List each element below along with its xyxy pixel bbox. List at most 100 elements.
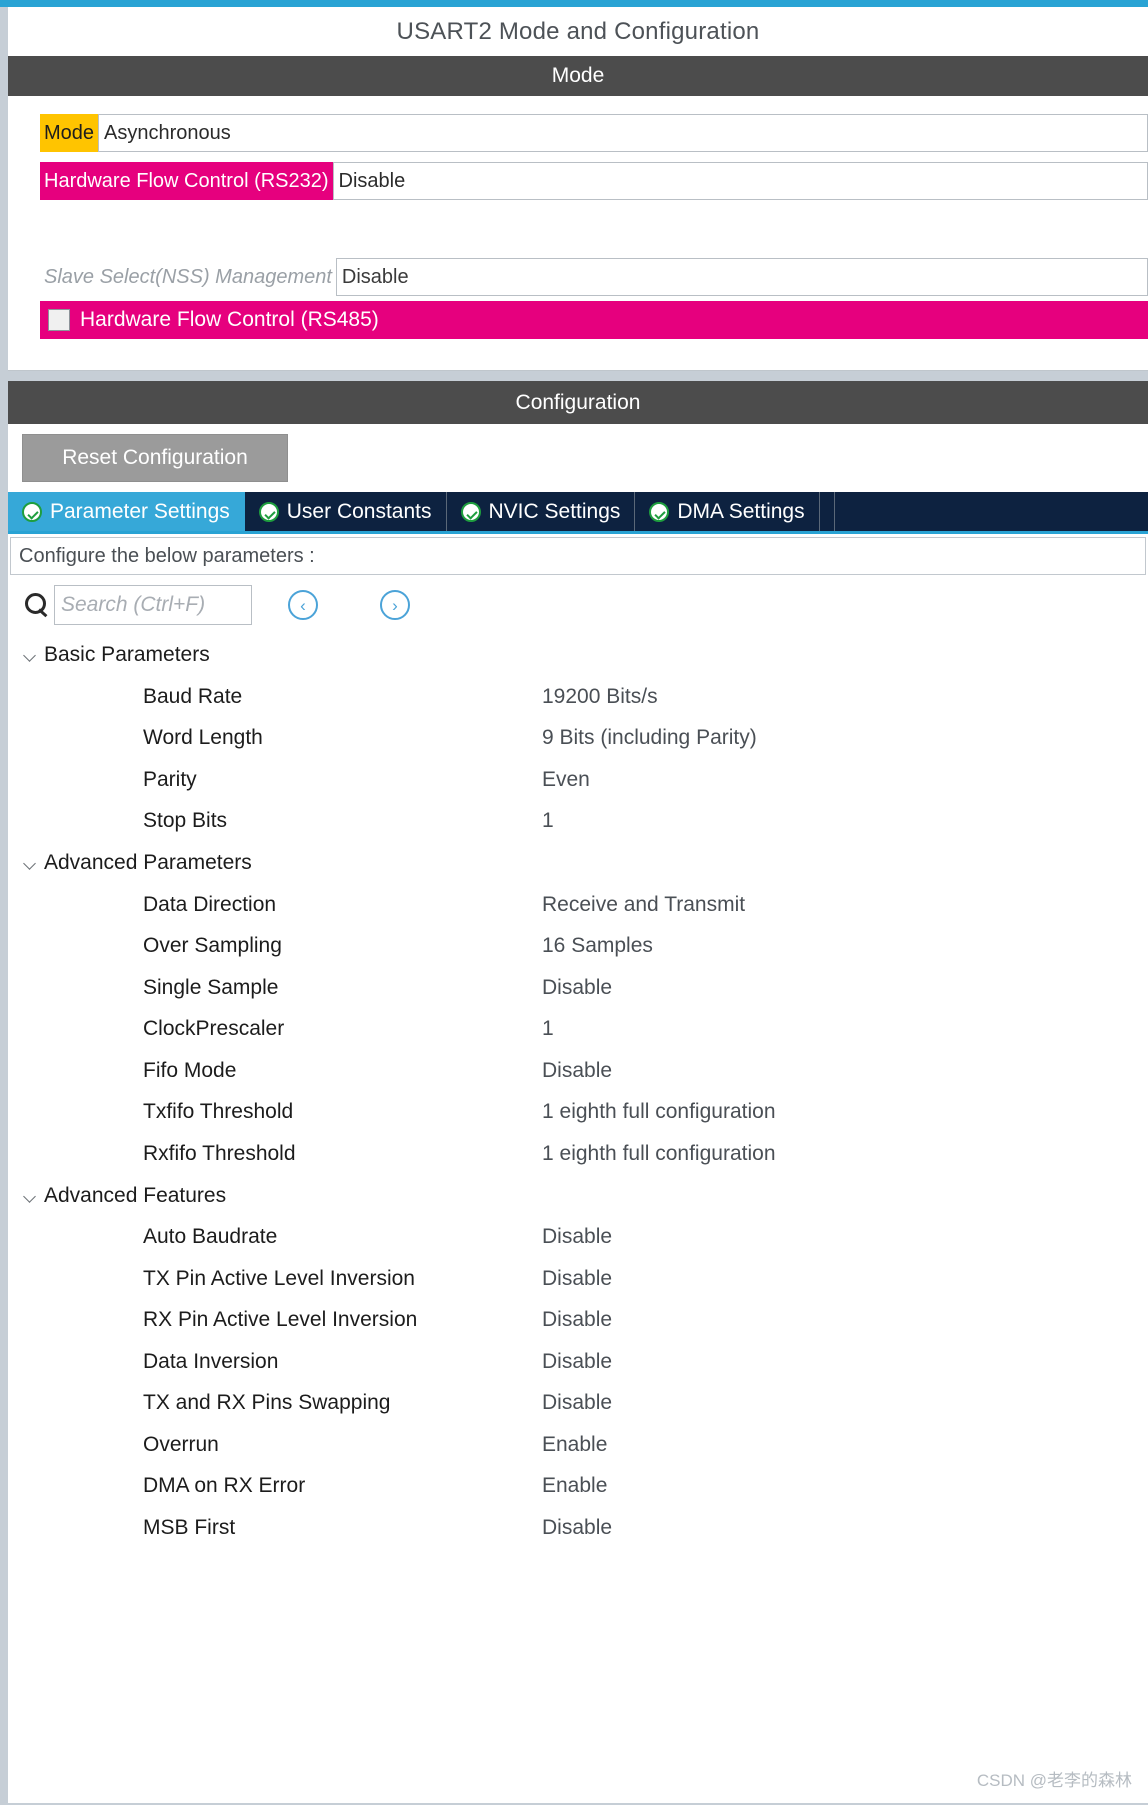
tab-user-constants[interactable]: User Constants (244, 492, 447, 531)
tab-overflow-partial[interactable] (819, 492, 835, 531)
parameter-name: TX Pin Active Level Inversion (143, 1266, 415, 1290)
search-input[interactable] (61, 593, 251, 617)
parameter-name: Fifo Mode (143, 1058, 237, 1082)
table-row[interactable]: Over Sampling 16 Samples (10, 926, 1146, 968)
page-title-text: USART2 Mode and Configuration (396, 17, 760, 45)
parameter-name: MSB First (143, 1515, 236, 1539)
parameter-name: Overrun (143, 1432, 219, 1456)
parameter-value[interactable]: 16 Samples (542, 934, 653, 958)
table-row[interactable]: Baud Rate 19200 Bits/s (10, 676, 1146, 718)
parameter-value[interactable]: 1 eighth full configuration (542, 1142, 776, 1166)
usart2-config-panel: USART2 Mode and Configuration Mode Mode … (0, 0, 1148, 1805)
check-circle-icon (460, 501, 481, 522)
table-row[interactable]: Single Sample Disable (10, 967, 1146, 1009)
tab-label: DMA Settings (677, 499, 805, 523)
chevron-down-icon[interactable] (22, 647, 38, 663)
parameter-value[interactable]: 1 (542, 1017, 554, 1041)
table-row[interactable]: TX Pin Active Level Inversion Disable (10, 1258, 1146, 1300)
mode-section-body: Mode Asynchronous Hardware Flow Control … (8, 96, 1148, 371)
parameter-value[interactable]: Disable (542, 1308, 612, 1332)
parameter-value[interactable]: 1 eighth full configuration (542, 1100, 776, 1124)
parameter-name: DMA on RX Error (143, 1474, 306, 1498)
slave-select-nss-label: Slave Select(NSS) Management (44, 265, 332, 288)
check-circle-icon (649, 501, 670, 522)
table-row[interactable]: Auto Baudrate Disable (10, 1217, 1146, 1259)
table-row[interactable]: RX Pin Active Level Inversion Disable (10, 1300, 1146, 1342)
chevron-down-icon[interactable] (22, 1188, 38, 1204)
mode-row-mode: Mode Asynchronous (8, 114, 1148, 152)
tree-group-label: Basic Parameters (44, 643, 210, 666)
section-divider-band (8, 371, 1148, 381)
table-row[interactable]: Word Length 9 Bits (including Parity) (10, 718, 1146, 760)
parameter-name: Parity (143, 767, 197, 791)
table-row[interactable]: ClockPrescaler 1 (10, 1009, 1146, 1051)
table-row[interactable]: Data Direction Receive and Transmit (10, 884, 1146, 926)
parameter-value[interactable]: Disable (542, 1391, 612, 1415)
configuration-section-body: Reset Configuration Parameter Settings U… (8, 424, 1148, 1798)
reset-configuration-button[interactable]: Reset Configuration (22, 434, 288, 482)
chevron-left-circle-icon[interactable]: ‹ (288, 590, 318, 620)
chevron-down-icon[interactable] (22, 855, 38, 871)
tree-group-advanced-features[interactable]: Advanced Features (10, 1175, 1146, 1217)
tree-group-label: Advanced Parameters (44, 851, 252, 874)
parameter-value[interactable]: Disable (542, 1350, 612, 1374)
tab-label: NVIC Settings (488, 499, 621, 523)
parameter-value[interactable]: 9 Bits (including Parity) (542, 726, 757, 750)
parameter-value[interactable]: 1 (542, 809, 554, 833)
parameter-value[interactable]: Disable (542, 1516, 612, 1540)
search-box[interactable] (54, 585, 252, 625)
slave-select-nss-dropdown[interactable]: Disable (335, 258, 1148, 296)
page-title: USART2 Mode and Configuration (8, 7, 1148, 56)
table-row[interactable]: Rxfifo Threshold 1 eighth full configura… (10, 1133, 1146, 1175)
parameter-name: Txfifo Threshold (143, 1100, 294, 1124)
parameter-value[interactable]: Disable (542, 1225, 612, 1249)
mode-value-dropdown[interactable]: Asynchronous (98, 114, 1148, 152)
table-row[interactable]: MSB First Disable (10, 1507, 1146, 1549)
hardware-flow-control-rs232-dropdown[interactable]: Disable (332, 162, 1148, 200)
hardware-flow-control-rs485-row[interactable]: Hardware Flow Control (RS485) (40, 301, 1148, 339)
table-row[interactable]: Parity Even (10, 759, 1146, 801)
check-circle-icon (22, 501, 42, 522)
configuration-tab-strip: Parameter Settings User Constants NVIC S… (8, 492, 1148, 534)
search-row: ‹ › (10, 581, 1146, 629)
table-row[interactable]: DMA on RX Error Enable (10, 1466, 1146, 1508)
watermark: CSDN @老李的森林 (976, 1771, 1132, 1790)
table-row[interactable]: Stop Bits 1 (10, 801, 1146, 843)
tree-group-advanced-parameters[interactable]: Advanced Parameters (10, 842, 1146, 884)
tab-label: User Constants (286, 499, 432, 523)
table-row[interactable]: Txfifo Threshold 1 eighth full configura… (10, 1092, 1146, 1134)
parameter-name: Rxfifo Threshold (143, 1141, 296, 1165)
parameter-name: Single Sample (143, 975, 279, 999)
parameter-value[interactable]: Disable (542, 976, 612, 1000)
parameter-value[interactable]: Disable (542, 1267, 612, 1291)
parameter-name: RX Pin Active Level Inversion (143, 1308, 418, 1332)
table-row[interactable]: Overrun Enable (10, 1424, 1146, 1466)
hardware-flow-control-rs485-checkbox[interactable] (48, 309, 70, 331)
mode-section-header-text: Mode (551, 64, 605, 87)
chevron-right-circle-icon[interactable]: › (380, 590, 410, 620)
table-row[interactable]: TX and RX Pins Swapping Disable (10, 1383, 1146, 1425)
tab-label: Parameter Settings (50, 499, 230, 523)
tab-dma-settings[interactable]: DMA Settings (635, 492, 820, 531)
tab-nvic-settings[interactable]: NVIC Settings (446, 492, 636, 531)
tree-group-basic-parameters[interactable]: Basic Parameters (10, 634, 1146, 676)
configuration-section-header: Configuration (8, 381, 1148, 424)
parameter-value[interactable]: Enable (542, 1474, 607, 1498)
parameter-name: Auto Baudrate (143, 1225, 278, 1249)
parameter-name: Baud Rate (143, 684, 243, 708)
tab-parameter-settings[interactable]: Parameter Settings (8, 492, 245, 531)
mode-section-header: Mode (8, 56, 1148, 96)
hardware-flow-control-rs232-label: Hardware Flow Control (RS232) (40, 162, 333, 200)
parameter-value[interactable]: Receive and Transmit (542, 893, 745, 917)
parameter-value[interactable]: 19200 Bits/s (542, 685, 658, 709)
parameter-tree: Basic Parameters Baud Rate 19200 Bits/s … (10, 634, 1146, 1549)
check-circle-icon (258, 501, 279, 522)
parameter-name: TX and RX Pins Swapping (143, 1391, 391, 1415)
parameter-value[interactable]: Even (542, 768, 590, 792)
parameter-name: Data Direction (143, 892, 277, 916)
parameter-value[interactable]: Disable (542, 1059, 612, 1083)
parameter-value[interactable]: Enable (542, 1433, 607, 1457)
table-row[interactable]: Data Inversion Disable (10, 1341, 1146, 1383)
left-rail (0, 7, 8, 1805)
table-row[interactable]: Fifo Mode Disable (10, 1050, 1146, 1092)
